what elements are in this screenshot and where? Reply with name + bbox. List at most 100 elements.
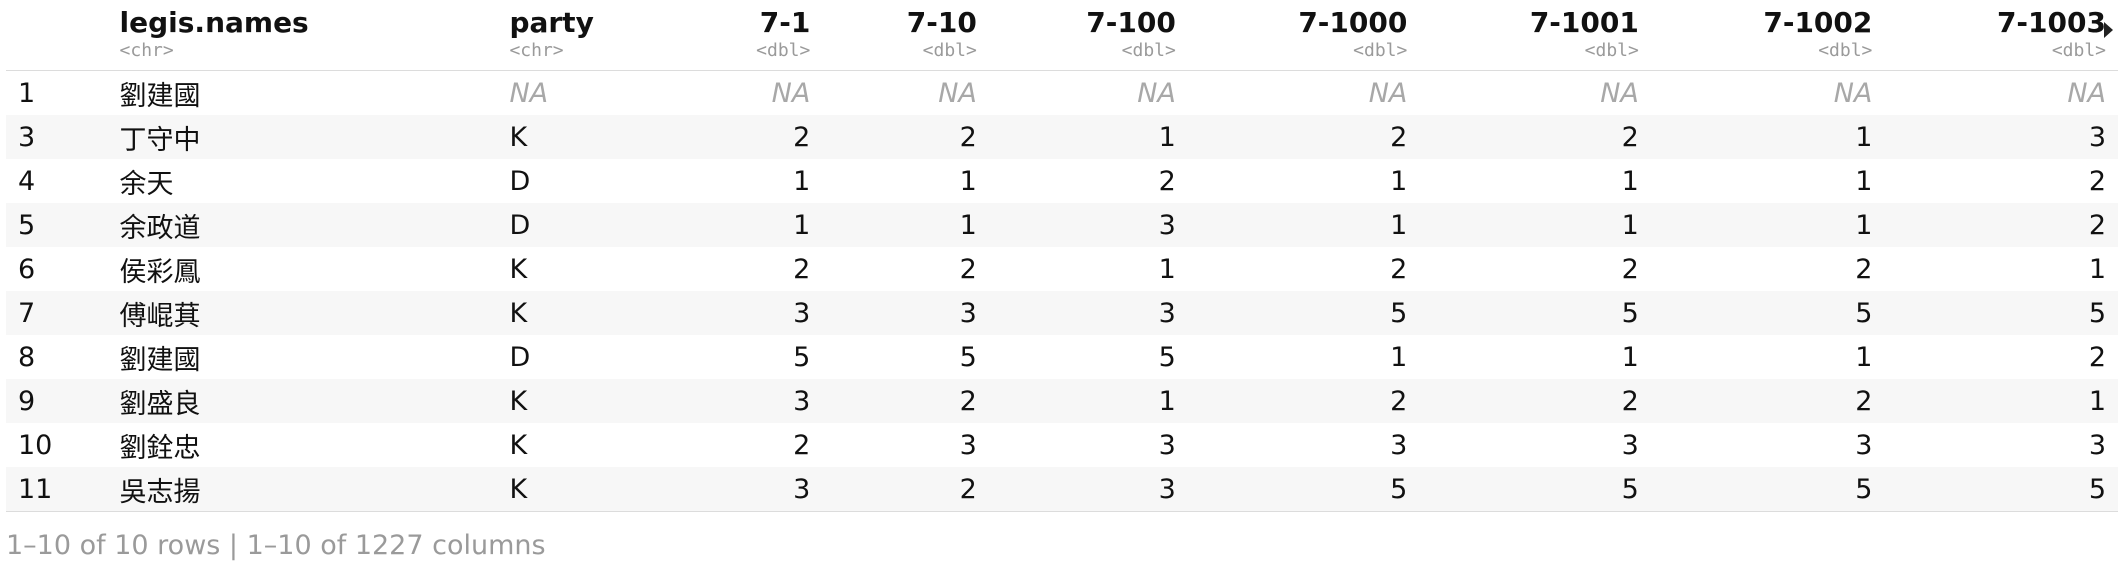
table-cell: 5 bbox=[1187, 467, 1420, 512]
column-name: 7-1002 bbox=[1763, 6, 1873, 39]
table-cell: 1 bbox=[988, 115, 1188, 159]
table-cell: 5 bbox=[1419, 291, 1651, 335]
table-cell: 吳志揚 bbox=[107, 467, 498, 512]
table-header: legis.names <chr> party <chr> 7-1 <dbl> 7-10 <d… bbox=[6, 0, 2118, 71]
table-cell: 劉盛良 bbox=[107, 379, 498, 423]
column-header-7-1001: 7-1001 <dbl> bbox=[1419, 0, 1651, 71]
table-row: 8 劉建國 D 5 5 5 1 1 1 2 bbox=[6, 335, 2118, 379]
column-type: <dbl> bbox=[1584, 40, 1639, 61]
table-cell: 2 bbox=[822, 115, 989, 159]
table-cell: 2 bbox=[1419, 115, 1651, 159]
table-cell: K bbox=[509, 429, 528, 461]
table-cell: 2 bbox=[822, 467, 989, 512]
column-type: <dbl> bbox=[756, 40, 811, 61]
table-cell: 1 bbox=[1187, 203, 1420, 247]
table-cell: 1 bbox=[1390, 341, 1408, 373]
column-name bbox=[18, 6, 96, 40]
column-name: 7-1 bbox=[759, 6, 811, 39]
table-row: 6 侯彩鳳 K 2 2 1 2 2 2 1 bbox=[6, 247, 2118, 291]
table-cell: 傅崐萁 bbox=[107, 291, 498, 335]
table-cell: 3 bbox=[1390, 429, 1408, 461]
table-cell: 1 bbox=[988, 379, 1188, 423]
row-index: 6 bbox=[18, 253, 36, 285]
table-cell: 5 bbox=[1884, 467, 2118, 512]
table-cell: 1 bbox=[1621, 341, 1639, 373]
table-cell: NA bbox=[509, 77, 549, 109]
table-cell: K bbox=[497, 379, 636, 423]
table-cell: 1 bbox=[1650, 203, 1885, 247]
table-cell: 3 bbox=[822, 291, 989, 335]
column-type: <chr> bbox=[119, 40, 174, 61]
column-type bbox=[18, 40, 96, 70]
table-cell: 1 bbox=[1390, 165, 1408, 197]
table-cell: 2 bbox=[1187, 115, 1420, 159]
table-cell: NA bbox=[1137, 77, 1176, 109]
column-header-7-10: 7-10 <dbl> bbox=[822, 0, 989, 71]
column-type: <dbl> bbox=[1818, 40, 1873, 61]
header-row: legis.names <chr> party <chr> 7-1 <dbl> 7-10 <d… bbox=[6, 0, 2118, 71]
table-cell: 1 bbox=[1855, 341, 1873, 373]
column-header-7-1003: 7-1003 <dbl> bbox=[1884, 0, 2118, 71]
table-cell: 侯彩鳳 bbox=[119, 256, 201, 288]
table-cell: 5 bbox=[959, 341, 977, 373]
table-cell: 2 bbox=[1390, 253, 1408, 285]
table-cell: 2 bbox=[2088, 165, 2106, 197]
table-cell: 2 bbox=[959, 253, 977, 285]
data-frame-viewer: legis.names <chr> party <chr> 7-1 <dbl> 7-10 <d… bbox=[6, 0, 2118, 512]
column-type: <chr> bbox=[509, 40, 564, 61]
table-cell: 2 bbox=[1187, 379, 1420, 423]
column-header-7-1002: 7-1002 <dbl> bbox=[1650, 0, 1885, 71]
row-index: 8 bbox=[18, 341, 36, 373]
triangle-right-icon[interactable] bbox=[2104, 22, 2113, 38]
row-index: 3 bbox=[6, 115, 108, 159]
table-cell: 2 bbox=[793, 253, 811, 285]
column-type: <dbl> bbox=[1353, 40, 1408, 61]
table-cell: 1 bbox=[822, 203, 989, 247]
column-header-7-100: 7-100 <dbl> bbox=[988, 0, 1188, 71]
table-cell: 1 bbox=[635, 203, 823, 247]
table-cell: 5 bbox=[1650, 467, 1885, 512]
column-header-7-1000: 7-1000 <dbl> bbox=[1187, 0, 1420, 71]
table-cell: NA bbox=[1368, 77, 1408, 109]
table-cell: 3 bbox=[1158, 429, 1176, 461]
table-cell: 2 bbox=[635, 115, 823, 159]
table-cell: 2 bbox=[822, 379, 989, 423]
column-name: 7-10 bbox=[906, 6, 977, 39]
column-header-legis-names: legis.names <chr> bbox=[107, 0, 498, 71]
table-cell: 劉建國 bbox=[119, 80, 201, 112]
table-row: 11 吳志揚 K 3 2 3 5 5 5 5 bbox=[6, 467, 2118, 512]
column-type: <dbl> bbox=[922, 40, 977, 61]
table-cell: 3 bbox=[635, 379, 823, 423]
table-cell: K bbox=[509, 253, 528, 285]
column-header-party: party <chr> bbox=[497, 0, 636, 71]
column-name: legis.names bbox=[119, 6, 309, 39]
table-cell: D bbox=[509, 341, 531, 373]
table-cell: NA bbox=[771, 77, 811, 109]
table-cell: 3 bbox=[959, 429, 977, 461]
table-cell: D bbox=[509, 165, 531, 197]
table-row: 5 余政道 D 1 1 3 1 1 1 2 bbox=[6, 203, 2118, 247]
table-cell: 3 bbox=[988, 467, 1188, 512]
table-row: 1 劉建國 NA NA NA NA NA NA NA NA bbox=[6, 71, 2118, 116]
table-cell: 1 bbox=[1621, 165, 1639, 197]
table-cell: 2 bbox=[1419, 379, 1651, 423]
table-cell: 3 bbox=[1855, 429, 1873, 461]
row-index: 7 bbox=[6, 291, 108, 335]
table-cell: 1 bbox=[1884, 379, 2118, 423]
table-row: 10 劉銓忠 K 2 3 3 3 3 3 3 bbox=[6, 423, 2118, 467]
table-cell: 5 bbox=[1884, 291, 2118, 335]
row-index: 1 bbox=[18, 77, 36, 109]
table-cell: 2 bbox=[2088, 341, 2106, 373]
table-cell: 3 bbox=[1884, 115, 2118, 159]
table-footer-status: 1–10 of 10 rows | 1–10 of 1227 columns bbox=[6, 530, 546, 561]
table-cell: 1 bbox=[959, 165, 977, 197]
column-type: <dbl> bbox=[2051, 40, 2106, 61]
table-row: 9 劉盛良 K 3 2 1 2 2 2 1 bbox=[6, 379, 2118, 423]
table-cell: K bbox=[497, 291, 636, 335]
table-cell: 3 bbox=[635, 291, 823, 335]
row-index: 10 bbox=[18, 429, 53, 461]
table-cell: NA bbox=[1600, 77, 1639, 109]
table-cell: NA bbox=[938, 77, 977, 109]
table-cell: 2 bbox=[1158, 165, 1176, 197]
column-name: 7-1003 bbox=[1996, 6, 2106, 39]
